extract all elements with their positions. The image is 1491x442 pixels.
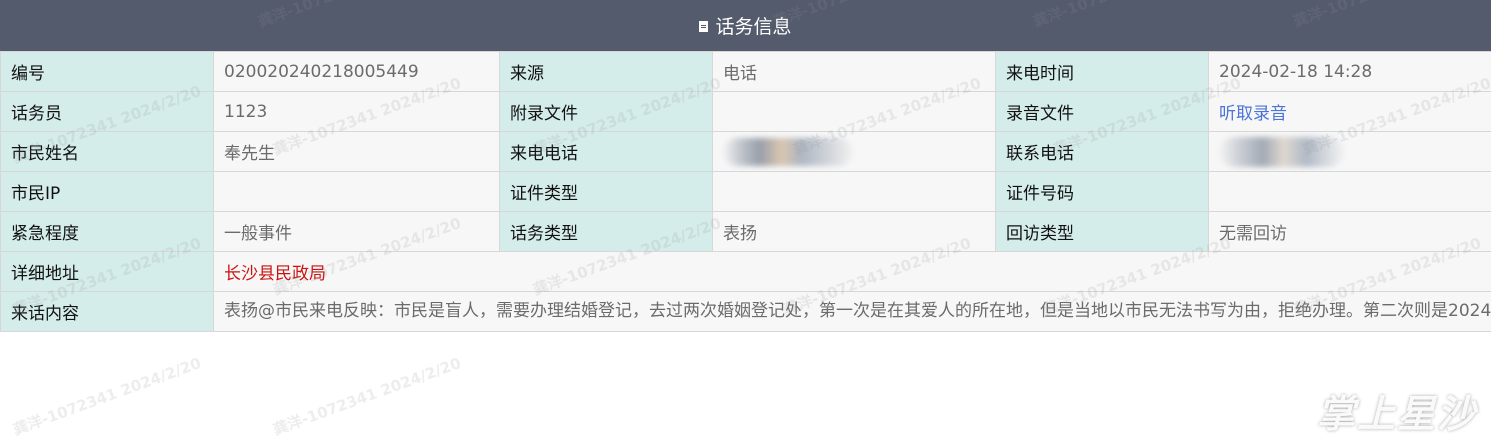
table-row: 编号 020020240218005449 来源 电话 来电时间 2024-02… (0, 51, 1491, 92)
table-row: 市民姓名 奉先生 来电电话 联系电话 (0, 131, 1491, 172)
value-followup-type: 无需回访 (1208, 211, 1491, 252)
label-attachment: 附录文件 (499, 91, 713, 132)
listen-recording-link[interactable]: 听取录音 (1208, 91, 1491, 132)
watermark: 龚洋-1072341 2024/2/20 (10, 353, 204, 439)
watermark: 龚洋-1072341 2024/2/20 (270, 353, 464, 439)
value-address: 长沙县民政局 (213, 251, 1491, 292)
value-citizen-ip (213, 171, 500, 212)
call-info-table: 编号 020020240218005449 来源 电话 来电时间 2024-02… (0, 51, 1491, 332)
table-row: 紧急程度 一般事件 话务类型 表扬 回访类型 无需回访 (0, 211, 1491, 252)
panel-title: 话务信息 (715, 16, 792, 38)
value-number: 020020240218005449 (213, 51, 500, 92)
call-info-panel: 话务信息 编号 020020240218005449 来源 电话 来电时间 20… (0, 0, 1491, 442)
value-call-type: 表扬 (712, 211, 996, 252)
value-urgency: 一般事件 (213, 211, 500, 252)
redacted-contact-phone (1219, 136, 1344, 167)
value-id-number (1208, 171, 1491, 212)
value-call-content: 表扬@市民来电反映：市民是盲人，需要办理结婚登记，去过两次婚姻登记处，第一次是在… (213, 291, 1491, 332)
value-id-type (712, 171, 996, 212)
value-citizen-name: 奉先生 (213, 131, 500, 172)
label-call-type: 话务类型 (499, 211, 713, 252)
label-call-content: 来话内容 (0, 291, 214, 332)
panel-header: 话务信息 (0, 0, 1491, 51)
table-row: 话务员 1123 附录文件 录音文件 听取录音 (0, 91, 1491, 132)
label-recording: 录音文件 (995, 91, 1209, 132)
redacted-phone (723, 137, 853, 166)
value-attachment (712, 91, 996, 132)
value-operator: 1123 (213, 91, 500, 132)
label-contact-phone: 联系电话 (995, 131, 1209, 172)
table-row: 市民IP 证件类型 证件号码 (0, 171, 1491, 212)
label-source: 来源 (499, 51, 713, 92)
label-id-type: 证件类型 (499, 171, 713, 212)
label-call-time: 来电时间 (995, 51, 1209, 92)
label-caller-phone: 来电电话 (499, 131, 713, 172)
value-contact-phone (1208, 131, 1491, 172)
table-row: 来话内容 表扬@市民来电反映：市民是盲人，需要办理结婚登记，去过两次婚姻登记处，… (0, 291, 1491, 332)
label-citizen-ip: 市民IP (0, 171, 214, 212)
label-id-number: 证件号码 (995, 171, 1209, 212)
document-icon (699, 21, 709, 32)
label-address: 详细地址 (0, 251, 214, 292)
app-logo: 掌上星沙 (1316, 391, 1477, 436)
value-caller-phone (712, 131, 996, 172)
table-row: 详细地址 长沙县民政局 (0, 251, 1491, 292)
label-followup-type: 回访类型 (995, 211, 1209, 252)
value-source: 电话 (712, 51, 996, 92)
label-operator: 话务员 (0, 91, 214, 132)
label-citizen-name: 市民姓名 (0, 131, 214, 172)
value-call-time: 2024-02-18 14:28 (1208, 51, 1491, 92)
label-urgency: 紧急程度 (0, 211, 214, 252)
label-number: 编号 (0, 51, 214, 92)
